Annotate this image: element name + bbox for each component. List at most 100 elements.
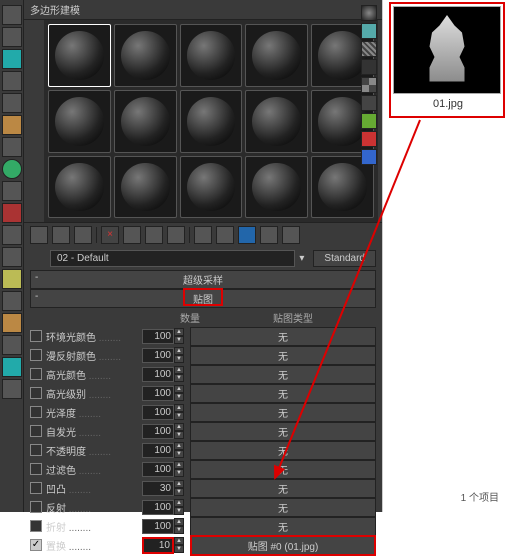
map-amount-input[interactable] [142,500,174,515]
map-amount-input[interactable] [142,367,174,382]
map-amount-input[interactable] [142,462,174,477]
map-slot-button[interactable]: 无 [190,346,376,365]
material-slot[interactable] [48,156,111,219]
swatch-sphere-icon[interactable] [361,5,377,21]
nav-up-icon[interactable] [145,226,163,244]
spin-up-icon[interactable]: ▲ [174,499,184,507]
tool-gear-icon[interactable] [2,291,22,311]
map-amount-input[interactable] [142,348,174,363]
spin-down-icon[interactable]: ▼ [174,450,184,458]
tool-misc-icon[interactable] [2,247,22,267]
tool-select-icon[interactable] [2,27,22,47]
material-slot[interactable] [245,156,308,219]
map-enable-checkbox[interactable] [30,444,42,456]
swatch-checker-icon[interactable] [361,41,377,57]
map-slot-button[interactable]: 无 [190,327,376,346]
assign-icon[interactable] [52,226,70,244]
spin-down-icon[interactable]: ▼ [174,469,184,477]
map-slot-button[interactable]: 无 [190,479,376,498]
map-slot-button[interactable]: 无 [190,403,376,422]
map-slot-button[interactable]: 无 [190,384,376,403]
tool-sphere-icon[interactable] [2,115,22,135]
spin-down-icon[interactable]: ▼ [174,336,184,344]
spin-down-icon[interactable]: ▼ [174,526,184,534]
tool-dropper-icon[interactable] [2,137,22,157]
tool-paint-icon[interactable] [2,203,22,223]
rollout-supersampling[interactable]: - 超级采样 [30,270,376,289]
map-enable-checkbox[interactable] [30,425,42,437]
material-slot[interactable] [114,90,177,153]
tool-dot-icon[interactable] [2,379,22,399]
map-enable-checkbox[interactable] [30,482,42,494]
map-slot-button[interactable]: 无 [190,441,376,460]
map-enable-checkbox[interactable] [30,463,42,475]
material-slot[interactable] [48,24,111,87]
swatch-red-icon[interactable] [361,131,377,147]
tool-stack-icon[interactable] [2,93,22,113]
tool-grid-icon[interactable] [2,335,22,355]
map-slot-button[interactable]: 无 [190,365,376,384]
dropdown-arrow-icon[interactable]: ▾ [299,253,309,264]
spin-down-icon[interactable]: ▼ [174,393,184,401]
material-slot[interactable] [180,24,243,87]
swatch-cylinder-icon[interactable] [361,23,377,39]
spin-up-icon[interactable]: ▲ [174,385,184,393]
map-slot-button[interactable]: 贴图 #0 (01.jpg) [190,535,376,556]
tool-hammer-icon[interactable] [2,181,22,201]
material-slot[interactable] [245,90,308,153]
tool-teapot-icon[interactable] [2,49,22,69]
tool-link-icon[interactable] [2,5,22,25]
amount-spinner[interactable]: ▲▼ [174,537,184,553]
tool-layer-icon[interactable] [2,225,22,245]
spin-up-icon[interactable]: ▲ [174,404,184,412]
spin-down-icon[interactable]: ▼ [174,488,184,496]
amount-spinner[interactable]: ▲▼ [174,518,184,534]
amount-spinner[interactable]: ▲▼ [174,423,184,439]
dropper-icon[interactable] [30,226,48,244]
map-slot-button[interactable]: 无 [190,460,376,479]
material-slot[interactable] [114,156,177,219]
material-type-button[interactable]: Standard [313,250,376,267]
swatch-bg-icon[interactable] [361,59,377,75]
map-slot-button[interactable]: 无 [190,422,376,441]
map-amount-input[interactable] [142,329,174,344]
amount-spinner[interactable]: ▲▼ [174,385,184,401]
reset-icon[interactable] [74,226,92,244]
amount-spinner[interactable]: ▲▼ [174,366,184,382]
tab-polygon-modeling[interactable]: 多边形建模 [24,0,382,20]
amount-spinner[interactable]: ▲▼ [174,328,184,344]
map-amount-input[interactable] [142,537,174,554]
swatch-blue-icon[interactable] [361,149,377,165]
spin-up-icon[interactable]: ▲ [174,366,184,374]
spin-down-icon[interactable]: ▼ [174,412,184,420]
map-slot-button[interactable]: 无 [190,498,376,517]
material-slot[interactable] [180,90,243,153]
spin-down-icon[interactable]: ▼ [174,374,184,382]
tool-fx-icon[interactable] [2,313,22,333]
amount-spinner[interactable]: ▲▼ [174,499,184,515]
amount-spinner[interactable]: ▲▼ [174,461,184,477]
map-amount-input[interactable] [142,405,174,420]
map-slot-button[interactable]: 无 [190,517,376,536]
tool-brush-icon[interactable] [2,71,22,91]
material-slot[interactable] [114,24,177,87]
swatch-pattern-icon[interactable] [361,77,377,93]
material-name-input[interactable] [50,250,295,267]
spin-up-icon[interactable]: ▲ [174,480,184,488]
options-icon[interactable] [194,226,212,244]
tool-wave-icon[interactable] [2,357,22,377]
map-enable-checkbox[interactable] [30,387,42,399]
spin-up-icon[interactable]: ▲ [174,518,184,526]
spin-down-icon[interactable]: ▼ [174,355,184,363]
map-enable-checkbox[interactable] [30,539,42,551]
spin-up-icon[interactable]: ▲ [174,537,184,545]
select-by-mat-icon[interactable] [216,226,234,244]
material-slot[interactable] [180,156,243,219]
pick-icon[interactable] [30,251,46,267]
swatch-sample-icon[interactable] [361,95,377,111]
amount-spinner[interactable]: ▲▼ [174,480,184,496]
map-amount-input[interactable] [142,481,174,496]
spin-up-icon[interactable]: ▲ [174,442,184,450]
map-enable-checkbox[interactable] [30,406,42,418]
amount-spinner[interactable]: ▲▼ [174,442,184,458]
